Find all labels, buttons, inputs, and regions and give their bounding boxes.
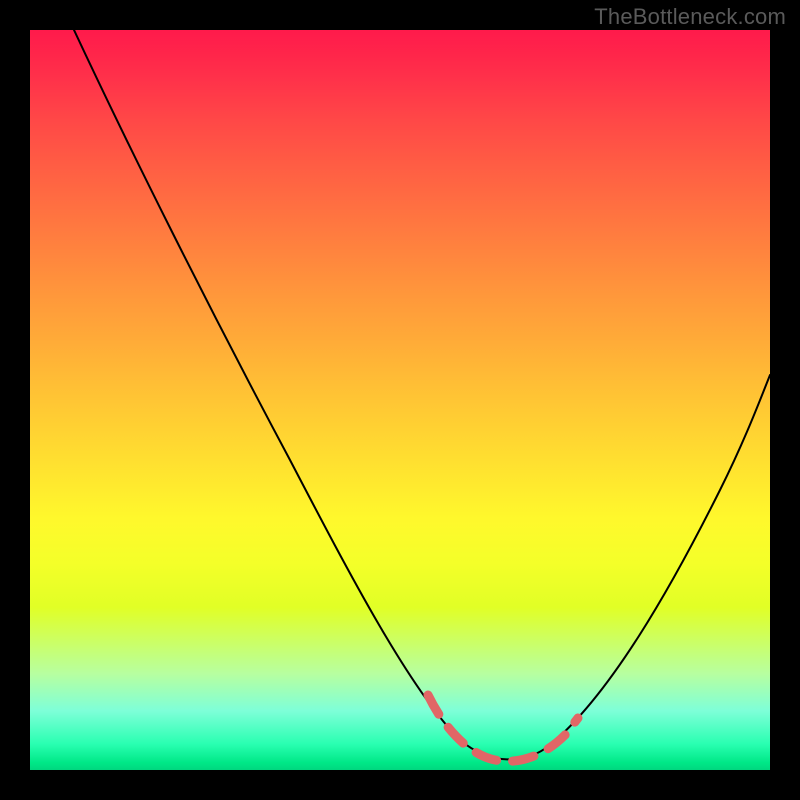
highlight-dash — [428, 695, 578, 761]
plot-area — [30, 30, 770, 770]
data-curve — [74, 30, 770, 759]
watermark-text: TheBottleneck.com — [594, 4, 786, 30]
chart-svg — [30, 30, 770, 770]
chart-container: TheBottleneck.com — [0, 0, 800, 800]
